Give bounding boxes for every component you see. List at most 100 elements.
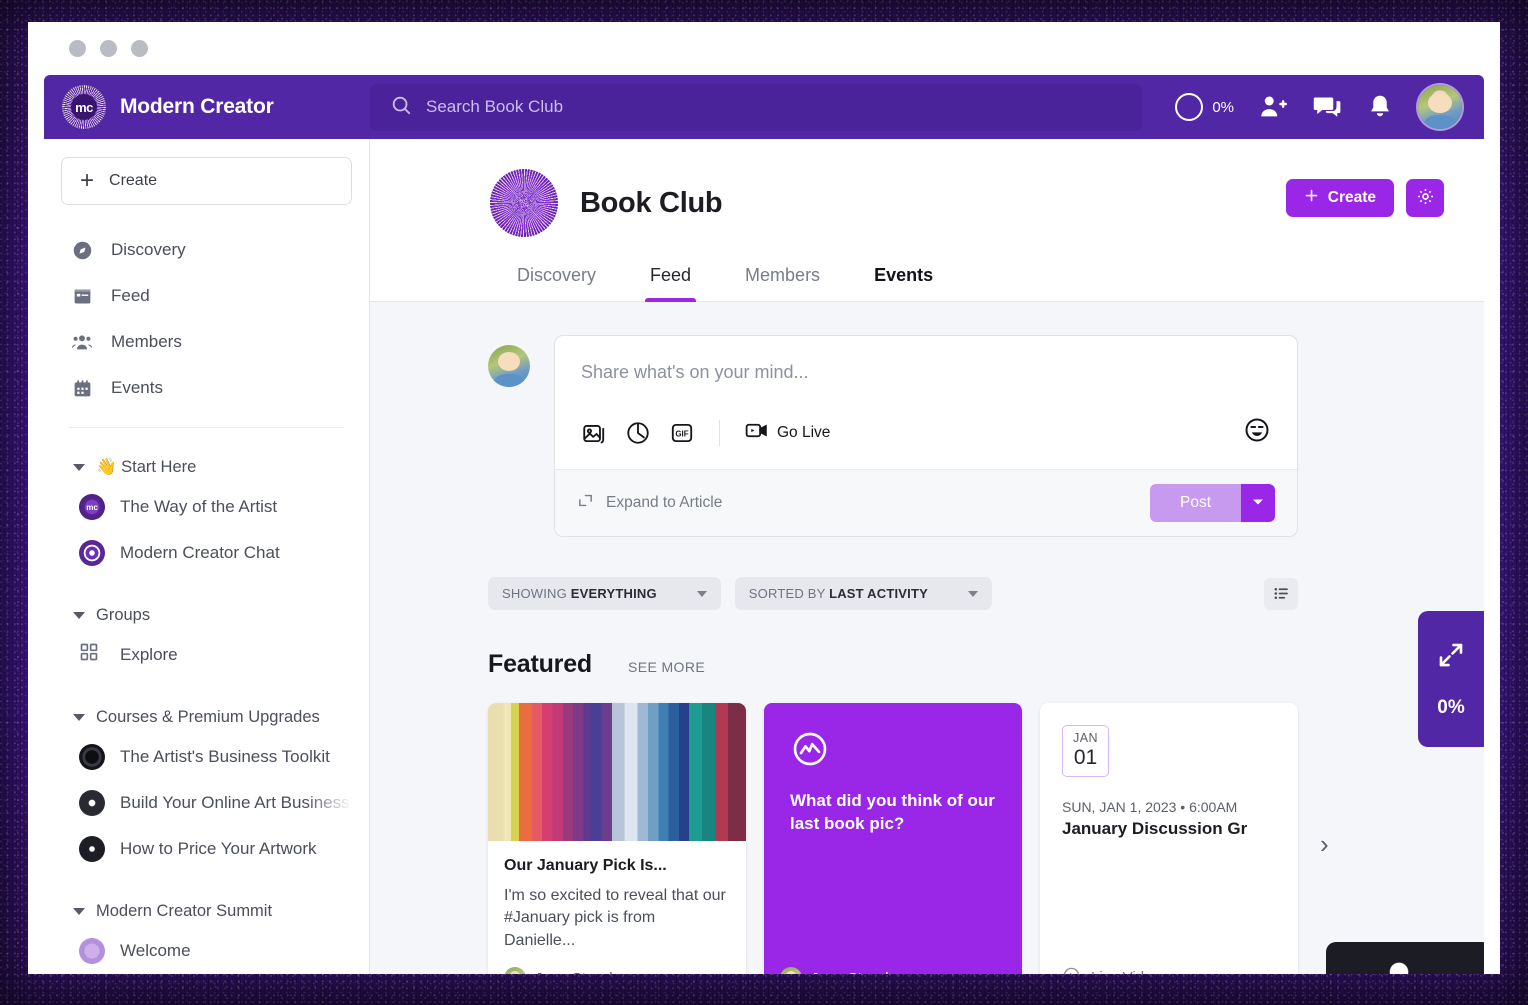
event-month: JAN bbox=[1072, 731, 1099, 745]
sidebar-item-artists-business-toolkit[interactable]: The Artist's Business Toolkit bbox=[61, 734, 352, 780]
sidebar-sub-label: The Way of the Artist bbox=[120, 497, 278, 516]
featured-card-poll[interactable]: What did you think of our last book pic?… bbox=[764, 703, 1022, 974]
see-more-link[interactable]: SEE MORE bbox=[628, 659, 705, 675]
list-view-icon[interactable] bbox=[1264, 577, 1298, 610]
tab-members[interactable]: Members bbox=[718, 265, 847, 301]
expand-to-article-button[interactable]: Expand to Article bbox=[577, 492, 722, 514]
sidebar-create-button[interactable]: + Create bbox=[61, 157, 352, 205]
sidebar-section-header[interactable]: 👋 Start Here bbox=[61, 450, 352, 484]
chevron-down-icon bbox=[73, 713, 85, 721]
sidebar-primary-nav: Discovery Feed Members Events bbox=[61, 227, 352, 411]
chevron-down-icon bbox=[73, 463, 85, 471]
sidebar-item-events[interactable]: Events bbox=[61, 365, 352, 411]
sidebar-item-members[interactable]: Members bbox=[61, 319, 352, 365]
card-author: Jane Stecyk bbox=[764, 953, 909, 974]
sidebar-create-label: Create bbox=[109, 172, 158, 189]
post-button[interactable]: Post bbox=[1149, 484, 1241, 522]
chevron-down-icon bbox=[696, 590, 707, 597]
compass-icon bbox=[71, 240, 93, 261]
emoji-smile-icon[interactable] bbox=[1243, 416, 1271, 449]
create-button[interactable]: Create bbox=[1285, 179, 1394, 217]
calendar-icon bbox=[71, 378, 93, 399]
add-person-icon[interactable] bbox=[1258, 92, 1288, 122]
sorted-by-filter-label: SORTED BY LAST ACTIVITY bbox=[749, 586, 928, 601]
progress-ring-icon bbox=[1175, 93, 1204, 121]
featured-card-event[interactable]: JAN 01 SUN, JAN 1, 2023 • 6:00AM January… bbox=[1040, 703, 1298, 974]
app-body: + Create Discovery Feed Members Events 👋… bbox=[44, 139, 1484, 974]
tab-discovery[interactable]: Discovery bbox=[490, 265, 623, 301]
sidebar-item-build-online-art-business[interactable]: Build Your Online Art Business bbox=[61, 780, 352, 826]
sidebar-section-header[interactable]: Groups bbox=[61, 598, 352, 632]
chevron-down-icon bbox=[73, 907, 85, 915]
window-dot-maximize[interactable] bbox=[131, 40, 148, 57]
expand-corner-icon bbox=[577, 492, 594, 514]
light-badge-icon bbox=[79, 938, 105, 964]
event-day: 01 bbox=[1073, 746, 1098, 769]
sidebar-label: Members bbox=[111, 332, 182, 351]
event-footer: Live Video bbox=[1040, 952, 1161, 974]
window-dot-minimize[interactable] bbox=[100, 40, 117, 57]
chevron-down-icon bbox=[1252, 496, 1264, 511]
sidebar-item-welcome[interactable]: Welcome bbox=[61, 928, 352, 974]
sidebar-item-discovery[interactable]: Discovery bbox=[61, 227, 352, 273]
event-footer-label: Live Video bbox=[1091, 969, 1161, 974]
sidebar-item-feed[interactable]: Feed bbox=[61, 273, 352, 319]
play-circle-icon bbox=[1062, 966, 1081, 974]
sidebar-section-title: 👋 Start Here bbox=[96, 457, 197, 476]
user-avatar[interactable] bbox=[1418, 85, 1462, 129]
brand[interactable]: mc Modern Creator bbox=[62, 85, 362, 129]
community-tabs: Discovery Feed Members Events bbox=[370, 265, 1484, 302]
toolbar-divider bbox=[719, 419, 720, 446]
showing-filter[interactable]: SHOWING EVERYTHING bbox=[488, 577, 721, 610]
featured-card-post[interactable]: Our January Pick Is... I'm so excited to… bbox=[488, 703, 746, 974]
chevron-right-icon[interactable]: › bbox=[1320, 829, 1329, 860]
sidebar-item-how-to-price-artwork[interactable]: How to Price Your Artwork bbox=[61, 826, 352, 872]
sidebar-label: Feed bbox=[111, 286, 150, 305]
chevron-down-icon bbox=[967, 590, 978, 597]
sidebar-section-header[interactable]: Modern Creator Summit bbox=[61, 894, 352, 928]
go-live-button[interactable]: Go Live bbox=[744, 418, 830, 448]
sidebar-item-modern-creator-chat[interactable]: Modern Creator Chat bbox=[61, 530, 352, 576]
book-club-logo bbox=[490, 169, 558, 237]
sidebar-item-way-of-the-artist[interactable]: mc The Way of the Artist bbox=[61, 484, 352, 530]
card-title: Our January Pick Is... bbox=[504, 857, 667, 874]
settings-button[interactable] bbox=[1406, 179, 1444, 217]
author-avatar bbox=[780, 967, 802, 974]
sidebar-section-header[interactable]: Courses & Premium Upgrades bbox=[61, 700, 352, 734]
post-options-button[interactable] bbox=[1241, 484, 1275, 522]
window-dot-close[interactable] bbox=[69, 40, 86, 57]
tab-events[interactable]: Events bbox=[847, 265, 960, 301]
feed-inner: Share what's on your mind... GIF Go Live… bbox=[488, 335, 1329, 974]
image-icon[interactable] bbox=[581, 420, 607, 446]
sidebar-section-title: Groups bbox=[96, 605, 151, 624]
sidebar-section-courses: Courses & Premium Upgrades The Artist's … bbox=[61, 700, 352, 872]
community-header: Book Club Create bbox=[370, 139, 1484, 237]
global-search[interactable] bbox=[370, 83, 1142, 131]
feed-icon bbox=[71, 286, 93, 307]
event-title: January Discussion Gr bbox=[1062, 819, 1248, 838]
poll-icon[interactable] bbox=[625, 420, 651, 446]
sorted-by-filter[interactable]: SORTED BY LAST ACTIVITY bbox=[734, 577, 992, 610]
gif-icon[interactable]: GIF bbox=[669, 420, 695, 446]
author-name: Jane Stecyk bbox=[811, 970, 893, 975]
app-shell: mc Modern Creator 0% bbox=[44, 75, 1484, 974]
browser-window: mc Modern Creator 0% bbox=[28, 22, 1500, 974]
sidebar: + Create Discovery Feed Members Events 👋… bbox=[44, 139, 370, 974]
bell-icon[interactable] bbox=[1366, 93, 1394, 121]
feed-filters: SHOWING EVERYTHING SORTED BY LAST ACTIVI… bbox=[488, 577, 1298, 610]
grid-icon bbox=[79, 642, 105, 668]
tab-feed[interactable]: Feed bbox=[623, 265, 718, 302]
top-navigation-bar: mc Modern Creator 0% bbox=[44, 75, 1484, 139]
expand-widget-percent: 0% bbox=[1437, 696, 1465, 718]
author-avatar bbox=[504, 967, 526, 974]
top-nav-actions: 0% bbox=[1175, 85, 1462, 129]
composer-placeholder[interactable]: Share what's on your mind... bbox=[555, 336, 1297, 400]
featured-carousel: Our January Pick Is... I'm so excited to… bbox=[488, 703, 1329, 974]
progress-indicator[interactable]: 0% bbox=[1175, 93, 1234, 121]
floating-media-widget[interactable] bbox=[1326, 942, 1484, 974]
chat-bubble-icon[interactable] bbox=[1312, 92, 1342, 122]
expand-progress-widget[interactable]: 0% bbox=[1418, 611, 1484, 747]
sidebar-item-explore[interactable]: Explore bbox=[61, 632, 352, 678]
search-input[interactable] bbox=[426, 97, 1122, 117]
page-title: Book Club bbox=[580, 186, 723, 219]
